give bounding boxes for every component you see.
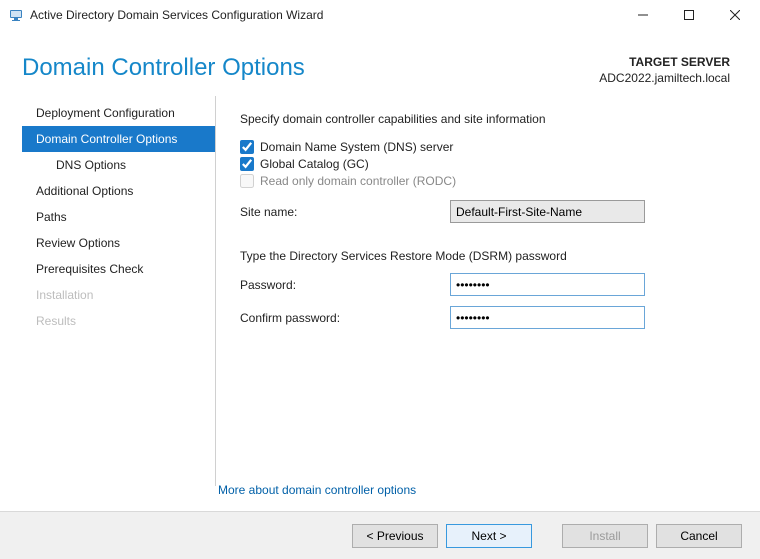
install-button: Install [562, 524, 648, 548]
footer: < Previous Next > Install Cancel [0, 511, 760, 559]
checkbox-dns[interactable] [240, 140, 254, 154]
sidebar-item-deployment-configuration[interactable]: Deployment Configuration [22, 100, 215, 126]
maximize-button[interactable] [666, 0, 712, 30]
sidebar-item-review-options[interactable]: Review Options [22, 230, 215, 256]
next-button[interactable]: Next > [446, 524, 532, 548]
dsrm-title: Type the Directory Services Restore Mode… [240, 249, 730, 263]
header: Domain Controller Options TARGET SERVER … [0, 30, 760, 96]
sidebar-item-installation: Installation [22, 282, 215, 308]
checkbox-rodc-label: Read only domain controller (RODC) [260, 174, 456, 188]
sidebar-item-additional-options[interactable]: Additional Options [22, 178, 215, 204]
sidebar-item-paths[interactable]: Paths [22, 204, 215, 230]
site-name-select[interactable]: Default-First-Site-Name [450, 200, 645, 223]
site-name-label: Site name: [240, 205, 450, 219]
more-about-link[interactable]: More about domain controller options [218, 483, 416, 497]
sidebar-item-dns-options[interactable]: DNS Options [22, 152, 215, 178]
checkbox-gc-label: Global Catalog (GC) [260, 157, 369, 171]
window-title: Active Directory Domain Services Configu… [30, 8, 620, 22]
minimize-button[interactable] [620, 0, 666, 30]
sidebar-item-domain-controller-options[interactable]: Domain Controller Options [22, 126, 215, 152]
checkbox-rodc [240, 174, 254, 188]
capabilities-title: Specify domain controller capabilities a… [240, 112, 730, 126]
target-server-value: ADC2022.jamiltech.local [599, 70, 730, 86]
app-icon [8, 7, 24, 23]
target-server-label: TARGET SERVER [599, 54, 730, 70]
title-bar: Active Directory Domain Services Configu… [0, 0, 760, 30]
sidebar-item-prerequisites-check[interactable]: Prerequisites Check [22, 256, 215, 282]
password-label: Password: [240, 278, 450, 292]
checkbox-gc[interactable] [240, 157, 254, 171]
main-panel: Specify domain controller capabilities a… [216, 96, 730, 486]
wizard-sidebar: Deployment Configuration Domain Controll… [22, 96, 216, 486]
cancel-button[interactable]: Cancel [656, 524, 742, 548]
page-title: Domain Controller Options [22, 54, 305, 82]
sidebar-item-results: Results [22, 308, 215, 334]
target-server-block: TARGET SERVER ADC2022.jamiltech.local [599, 54, 730, 86]
close-button[interactable] [712, 0, 758, 30]
previous-button[interactable]: < Previous [352, 524, 438, 548]
confirm-password-label: Confirm password: [240, 311, 450, 325]
checkbox-dns-label: Domain Name System (DNS) server [260, 140, 453, 154]
confirm-password-input[interactable] [450, 306, 645, 329]
password-input[interactable] [450, 273, 645, 296]
